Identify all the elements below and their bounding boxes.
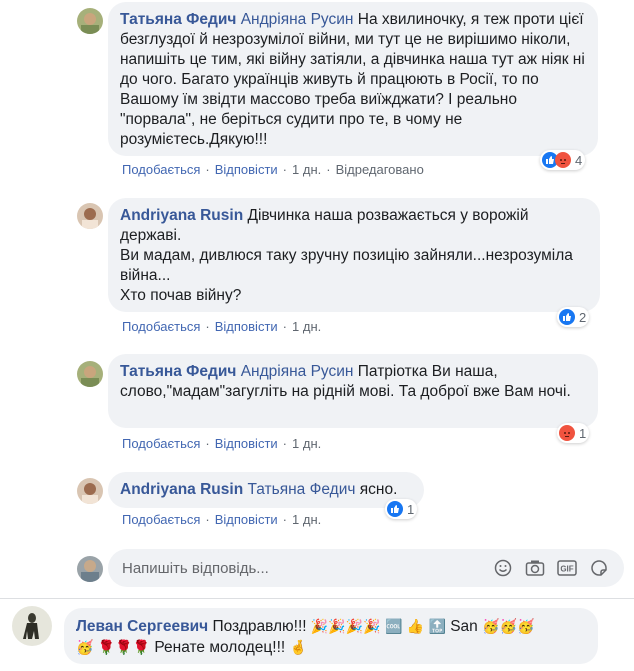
comment-time[interactable]: 1 дн. [292,512,321,527]
comment-author[interactable]: Татьяна Федич [120,11,236,28]
comment-text: Хто почав війну? [120,287,242,304]
top-arrow-icon: 🔝 [428,618,446,634]
reaction-count: 1 [579,425,587,441]
avatar[interactable] [77,361,103,387]
comment-mention[interactable]: Татьяна Федич [247,481,355,498]
comment-time[interactable]: 1 дн. [292,162,321,177]
like-button[interactable]: Подобається [122,162,200,177]
reply-input[interactable]: Напишіть відповідь... GIF [108,549,624,587]
comment-text: На хвилиночку, я теж проти цієї безглузд… [120,11,585,148]
reaction-count: 1 [407,501,415,517]
comment-bubble: Татьяна Федич Андріяна Русин На хвилиноч… [108,2,598,156]
comment-actions: Подобається · Відповісти · 1 дн. [122,319,322,334]
comment-mention[interactable]: Андріяна Русин [241,11,354,28]
avatar[interactable] [77,8,103,34]
avatar-photo [77,361,103,387]
comment-text: Ренате молодец!!! [154,639,286,656]
comment-author[interactable]: Татьяна Федич [120,363,236,380]
reaction-count: 2 [579,309,587,325]
cool-icon: 🆒 [384,618,403,634]
comment-bubble: Леван Сергеевич Поздравлю!!! 🎉🎉🎉🎉 🆒 👍 🔝 … [64,608,598,664]
comment-text: ясно. [359,481,398,498]
divider [0,598,634,599]
like-button[interactable]: Подобається [122,436,200,451]
comment-actions: Подобається · Відповісти · 1 дн. [122,436,322,451]
emoji-icon[interactable] [492,557,514,579]
reaction-count: 4 [575,152,583,168]
avatar-photo [77,556,103,582]
current-user-avatar [77,556,103,582]
like-reaction-icon [559,309,575,325]
avatar[interactable] [77,478,103,504]
comment-text: Ви мадам, дивлюся таку зручну позицію за… [120,247,573,284]
camera-icon[interactable] [524,557,546,579]
reply-button[interactable]: Відповісти [215,319,278,334]
reaction-summary[interactable]: 4 [540,150,586,170]
svg-text:GIF: GIF [560,565,573,574]
avatar-photo [77,8,103,34]
party-face-icon: 🥳 [76,639,94,655]
avatar-photo [77,478,103,504]
like-button[interactable]: Подобається [122,319,200,334]
gif-icon[interactable]: GIF [556,557,578,579]
avatar-photo [12,606,52,646]
comment-author[interactable]: Andriyana Rusin [120,207,243,224]
rose-icon: 🌹🌹🌹 [97,639,151,655]
comment-author[interactable]: Леван Сергеевич [76,618,208,635]
sticker-icon[interactable] [588,557,610,579]
party-face-icon: 🥳🥳🥳 [482,618,535,634]
comment-actions: Подобається · Відповісти · 1 дн. · Відредаг… [122,162,424,177]
comment-time[interactable]: 1 дн. [292,436,321,451]
edited-label: Відредаговано [335,162,424,177]
thumbs-up-icon: 👍 [406,618,425,634]
avatar-photo [77,203,103,229]
reply-placeholder: Напишіть відповідь... [122,559,269,577]
reply-button[interactable]: Відповісти [215,436,278,451]
comment-text: San [450,618,478,635]
comment-actions: Подобається · Відповісти · 1 дн. [122,512,322,527]
reaction-summary[interactable]: 1 [385,499,418,519]
comment-text: Поздравлю!!! [212,618,307,635]
like-button[interactable]: Подобається [122,512,200,527]
angry-reaction-icon [559,425,575,441]
avatar[interactable] [77,203,103,229]
angry-reaction-icon [555,152,571,168]
reply-button[interactable]: Відповісти [215,512,278,527]
comment-author[interactable]: Andriyana Rusin [120,481,243,498]
reaction-summary[interactable]: 1 [557,423,590,443]
crossed-fingers-icon: 🤞 [289,639,307,655]
party-popper-icon: 🎉🎉🎉🎉 [310,618,381,634]
avatar[interactable] [12,606,52,646]
reaction-summary[interactable]: 2 [557,307,590,327]
comment-mention[interactable]: Андріяна Русин [241,363,354,380]
comment-bubble: Andriyana Rusin Татьяна Федич ясно. [108,472,424,508]
like-reaction-icon [387,501,403,517]
comment-time[interactable]: 1 дн. [292,319,321,334]
reply-button[interactable]: Відповісти [215,162,278,177]
comment-bubble: Andriyana Rusin Дівчинка наша розважаєть… [108,198,600,312]
comment-bubble: Татьяна Федич Андріяна Русин Патріотка В… [108,354,598,428]
